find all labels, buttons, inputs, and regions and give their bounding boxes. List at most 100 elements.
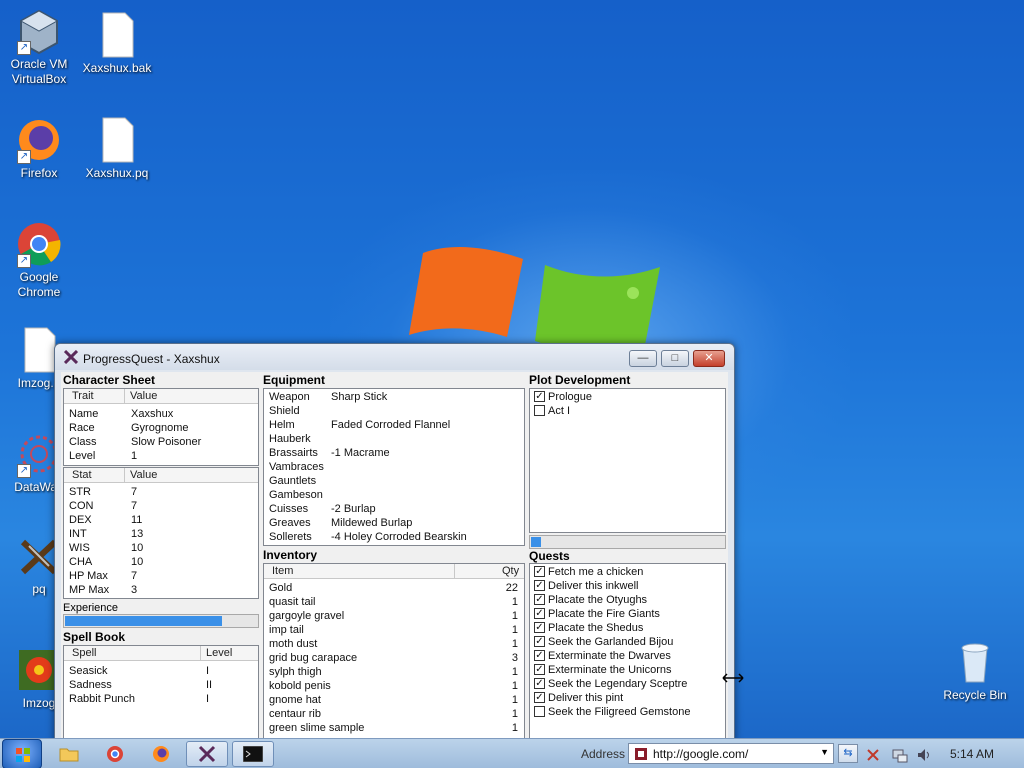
- desktop-icon-chrome[interactable]: ↗ Google Chrome: [0, 220, 81, 300]
- table-row: green slime sample 1: [269, 722, 518, 734]
- list-item: ✓ Prologue: [534, 391, 593, 403]
- traits-table[interactable]: Trait Value Name Xaxshux Race Gyrognome Cl…: [63, 388, 259, 466]
- quests-heading: Quests: [529, 549, 570, 563]
- desktop-icon-recycle-bin[interactable]: Recycle Bin: [933, 638, 1017, 703]
- plot-progress-bar: [529, 535, 726, 549]
- spell-table[interactable]: Spell Level Seasick I Sadness II Rabbit Pu…: [63, 645, 259, 744]
- quests-list[interactable]: ✓ Fetch me a chicken ✓ Deliver this inkwel…: [529, 563, 726, 744]
- address-label: Address: [581, 747, 626, 761]
- show-hidden-icons-icon[interactable]: [866, 748, 880, 762]
- taskbar-explorer-button[interactable]: [48, 741, 90, 767]
- experience-bar: [63, 614, 259, 628]
- table-row: CHA 10: [69, 556, 144, 568]
- list-item: ✓ Deliver this pint: [534, 692, 624, 704]
- firefox-icon: ↗: [15, 116, 63, 164]
- firefox-icon: [153, 746, 169, 762]
- equipment-table[interactable]: Weapon Sharp Stick Shield Helm Faded Corro…: [263, 388, 525, 546]
- address-go-button[interactable]: ⇆: [838, 744, 858, 763]
- terminal-icon: [242, 745, 264, 763]
- window-client: Character Sheet Trait Value Name Xaxshux …: [61, 372, 728, 744]
- table-row: Hauberk: [269, 433, 311, 445]
- app-crossed-swords-icon: [64, 350, 78, 364]
- table-row: Greaves Mildewed Burlap: [269, 517, 413, 529]
- progressquest-window[interactable]: ProgressQuest - Xaxshux — □ ✕ Character …: [54, 343, 735, 744]
- close-button[interactable]: ✕: [693, 350, 725, 367]
- table-row: MP Max 3: [69, 584, 138, 596]
- table-row: Seasick I: [69, 665, 210, 677]
- desktop-icon-xaxshux-pq[interactable]: Xaxshux.pq: [75, 116, 159, 181]
- stats-header: Stat Value: [64, 468, 258, 483]
- network-icon[interactable]: [892, 747, 908, 763]
- plot-progress-fill: [531, 537, 541, 547]
- volume-icon[interactable]: [916, 747, 932, 763]
- list-item: Act I: [530, 405, 725, 419]
- resize-cursor-icon: [722, 673, 744, 683]
- table-row: Vambraces: [269, 461, 324, 473]
- table-row: imp tail 1: [269, 624, 518, 636]
- table-row: Brassairts -1 Macrame: [269, 447, 390, 459]
- experience-label: Experience: [63, 602, 119, 614]
- taskbar-firefox-button[interactable]: [140, 741, 182, 767]
- checkbox-unchecked: [534, 405, 545, 416]
- window-titlebar[interactable]: ProgressQuest - Xaxshux — □ ✕: [55, 344, 734, 370]
- desktop-icon-virtualbox[interactable]: ↗ Oracle VM VirtualBox: [0, 7, 81, 87]
- spell-book-heading: Spell Book: [63, 630, 126, 644]
- table-row: sylph thigh 1: [269, 666, 518, 678]
- table-row: gargoyle gravel 1: [269, 610, 518, 622]
- table-row: grid bug carapace 3: [269, 652, 518, 664]
- equipment-heading: Equipment: [263, 373, 325, 387]
- address-value: http://google.com/: [653, 747, 749, 761]
- table-row: Gauntlets: [269, 475, 317, 487]
- tray-clock[interactable]: 5:14 AM: [950, 747, 994, 761]
- chrome-icon: ↗: [15, 220, 63, 268]
- experience-bar-fill: [65, 616, 223, 626]
- checkbox-checked: ✓: [534, 391, 545, 402]
- table-row: Sadness II: [69, 679, 213, 691]
- table-row: Gambeson: [269, 489, 323, 501]
- table-row: CON 7: [69, 500, 138, 512]
- table-row: centaur rib 1: [269, 708, 518, 720]
- table-row: Cuisses -2 Burlap: [269, 503, 376, 515]
- taskbar-cmd-button[interactable]: [232, 741, 274, 767]
- list-item: ✓ Seek the Legendary Sceptre: [534, 678, 688, 690]
- table-row: Gold 22: [269, 582, 518, 594]
- inventory-table[interactable]: Item Qty Gold 22 quasit tail 1 gargoyle gr…: [263, 563, 525, 744]
- list-item: ✓ Deliver this inkwell: [534, 580, 639, 592]
- window-title: ProgressQuest - Xaxshux: [83, 352, 220, 366]
- table-row: kobold penis 1: [269, 680, 518, 692]
- taskbar-chrome-button[interactable]: [94, 741, 136, 767]
- table-row: STR 7: [69, 486, 138, 498]
- maximize-button[interactable]: □: [661, 350, 689, 367]
- table-row: quasit tail 1: [269, 596, 518, 608]
- table-row: Level 1: [69, 450, 138, 462]
- inventory-header: Item Qty: [264, 564, 524, 579]
- table-row: Class Slow Poisoner: [69, 436, 202, 448]
- plot-list[interactable]: ✓ Prologue Act I: [529, 388, 726, 533]
- table-row: Shield: [269, 405, 300, 417]
- virtualbox-icon: ↗: [15, 7, 63, 55]
- table-row: HP Max 7: [69, 570, 138, 582]
- spell-header: Spell Level: [64, 646, 258, 661]
- windows-start-icon: [16, 748, 30, 762]
- taskbar-progressquest-button[interactable]: [186, 741, 228, 767]
- desktop-icon-firefox[interactable]: ↗ Firefox: [0, 116, 81, 181]
- taskbar: Address http://google.com/ ▼ ⇆ 5:14 AM: [0, 738, 1024, 768]
- table-row: Rabbit Punch I: [69, 693, 210, 705]
- list-item: ✓ Fetch me a chicken: [534, 566, 644, 578]
- file-icon: [93, 11, 141, 59]
- list-item: ✓ Exterminate the Unicorns: [534, 664, 672, 676]
- table-row: WIS 10: [69, 542, 144, 554]
- desktop-icon-xaxshux-bak[interactable]: Xaxshux.bak: [75, 11, 159, 76]
- address-input[interactable]: http://google.com/ ▼: [628, 743, 834, 764]
- table-row: Race Gyrognome: [69, 422, 189, 434]
- stats-table[interactable]: Stat Value STR 7 CON 7 DEX 11 INT 13 WIS 10 C…: [63, 467, 259, 599]
- table-row: Weapon Sharp Stick: [269, 391, 388, 403]
- table-row: gnome hat 1: [269, 694, 518, 706]
- start-button[interactable]: [2, 739, 42, 768]
- file-icon: [93, 116, 141, 164]
- chevron-down-icon[interactable]: ▼: [820, 747, 829, 757]
- recycle-bin-icon: [951, 638, 999, 686]
- table-row: Sollerets -4 Holey Corroded Bearskin: [269, 531, 467, 543]
- minimize-button[interactable]: —: [629, 350, 657, 367]
- list-item: ✓ Exterminate the Dwarves: [534, 650, 671, 662]
